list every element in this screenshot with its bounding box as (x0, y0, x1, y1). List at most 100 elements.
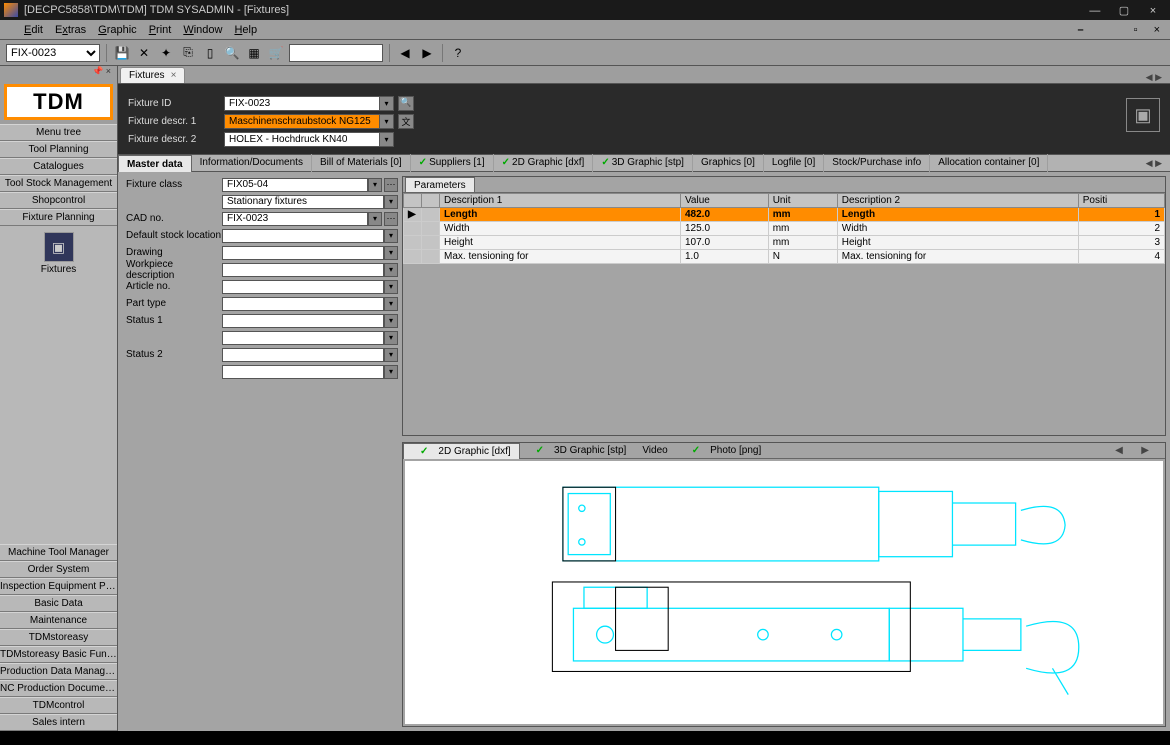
search-input[interactable] (289, 44, 383, 62)
subtabs-prev-icon[interactable]: ◀ (1146, 158, 1153, 168)
sidebar-item-catalogues[interactable]: Catalogues (0, 158, 117, 175)
table-row[interactable]: ▶Length482.0mmLength1 (404, 208, 1165, 222)
descr2-dropdown-icon[interactable]: ▾ (380, 132, 394, 147)
inner-restore[interactable]: ▫ (1128, 24, 1144, 36)
subtabs-next-icon[interactable]: ▶ (1155, 158, 1162, 168)
dropdown-icon[interactable]: ▾ (384, 246, 398, 260)
form-input[interactable] (222, 280, 384, 294)
form-input[interactable] (222, 297, 384, 311)
form-input[interactable] (222, 178, 368, 192)
copy-icon[interactable]: ⎘ (179, 44, 197, 62)
menu-window[interactable]: Window (177, 24, 228, 36)
descr1-input[interactable] (224, 114, 380, 129)
table-row[interactable]: Height107.0mmHeight3 (404, 236, 1165, 250)
fixture-id-input[interactable] (224, 96, 380, 111)
help-icon[interactable]: ? (449, 44, 467, 62)
tabs-prev-icon[interactable]: ◀ (1146, 72, 1153, 82)
menu-print[interactable]: Print (143, 24, 178, 36)
subtab-graphics[interactable]: Graphics [0] (693, 154, 764, 172)
sidebar-pin[interactable]: 📌 × (0, 66, 117, 80)
fixture-id-lookup-icon[interactable]: 🔍 (398, 96, 414, 111)
sidebar-item-maintenance[interactable]: Maintenance (0, 612, 117, 629)
table-row[interactable]: Width125.0mmWidth2 (404, 222, 1165, 236)
form-input[interactable] (222, 348, 384, 362)
form-input[interactable] (222, 212, 368, 226)
save-icon[interactable]: 💾 (113, 44, 131, 62)
fixture-id-dropdown-icon[interactable]: ▾ (380, 96, 394, 111)
id-selector[interactable]: FIX-0023 (6, 44, 100, 62)
doc-icon[interactable]: ▯ (201, 44, 219, 62)
close-button[interactable]: × (1140, 5, 1166, 17)
menu-graphic[interactable]: Graphic (92, 24, 143, 36)
subtab-allocation[interactable]: Allocation container [0] (930, 154, 1048, 172)
subtab-stock[interactable]: Stock/Purchase info (824, 154, 930, 172)
descr1-translate-icon[interactable]: 文 (398, 114, 414, 129)
gtab-3d[interactable]: ✓3D Graphic [stp] (520, 443, 635, 458)
lookup-icon[interactable]: ⋯ (384, 212, 398, 226)
tab-close-icon[interactable]: × (171, 70, 177, 81)
subtab-2d-graphic[interactable]: ✓2D Graphic [dxf] (494, 154, 594, 172)
next-icon[interactable]: ▶ (418, 44, 436, 62)
dropdown-icon[interactable]: ▾ (384, 314, 398, 328)
menu-extras[interactable]: Extras (49, 24, 92, 36)
sidebar-item-nc-production[interactable]: NC Production Documents... (0, 680, 117, 697)
dropdown-icon[interactable]: ▾ (384, 195, 398, 209)
sidebar-item-inspection[interactable]: Inspection Equipment Plan... (0, 578, 117, 595)
lookup-icon[interactable]: ⋯ (384, 178, 398, 192)
sidebar-item-basic-data[interactable]: Basic Data (0, 595, 117, 612)
sidebar-item-tdmcontrol[interactable]: TDMcontrol (0, 697, 117, 714)
minimize-button[interactable]: — (1082, 5, 1108, 17)
subtab-master-data[interactable]: Master data (118, 155, 192, 173)
module-icon[interactable]: ▣ (44, 232, 74, 262)
gtab-video[interactable]: Video (634, 443, 675, 458)
subtab-3d-graphic[interactable]: ✓3D Graphic [stp] (593, 154, 693, 172)
sidebar-item-tool-stock[interactable]: Tool Stock Management (0, 175, 117, 192)
sidebar-item-production-data[interactable]: Production Data Managem (0, 663, 117, 680)
gtabs-prev-icon[interactable]: ◀ (1107, 445, 1131, 456)
sidebar-item-fixture-planning[interactable]: Fixture Planning (0, 209, 117, 226)
delete-icon[interactable]: ✕ (135, 44, 153, 62)
form-input[interactable] (222, 246, 384, 260)
table-row[interactable]: Max. tensioning for1.0NMax. tensioning f… (404, 250, 1165, 264)
descr1-dropdown-icon[interactable]: ▾ (380, 114, 394, 129)
sidebar-item-tool-planning[interactable]: Tool Planning (0, 141, 117, 158)
subtab-bom[interactable]: Bill of Materials [0] (312, 154, 411, 172)
gtab-photo[interactable]: ✓Photo [png] (676, 443, 770, 458)
form-input[interactable] (222, 263, 384, 277)
form-input-sub[interactable] (222, 331, 384, 345)
form-input[interactable] (222, 314, 384, 328)
dropdown-icon[interactable]: ▾ (384, 263, 398, 277)
sidebar-item-menu-tree[interactable]: Menu tree (0, 124, 117, 141)
dropdown-icon[interactable]: ▾ (384, 280, 398, 294)
dropdown-icon[interactable]: ▾ (368, 178, 382, 192)
parameters-tab[interactable]: Parameters (405, 177, 475, 192)
subtab-logfile[interactable]: Logfile [0] (764, 154, 824, 172)
form-input[interactable] (222, 229, 384, 243)
cart-icon[interactable]: 🛒 (267, 44, 285, 62)
inner-close[interactable]: × (1148, 24, 1166, 36)
sidebar-item-machine-tool[interactable]: Machine Tool Manager (0, 544, 117, 561)
graphic-icon[interactable]: ▦ (245, 44, 263, 62)
sidebar-item-storeasy[interactable]: TDMstoreasy (0, 629, 117, 646)
sidebar-item-shopcontrol[interactable]: Shopcontrol (0, 192, 117, 209)
maximize-button[interactable]: ▢ (1111, 4, 1137, 17)
form-input-sub[interactable] (222, 195, 384, 209)
dropdown-icon[interactable]: ▾ (384, 365, 398, 379)
menu-edit[interactable]: Edit (18, 24, 49, 36)
tab-fixtures[interactable]: Fixtures× (120, 67, 185, 83)
sidebar-item-order-system[interactable]: Order System (0, 561, 117, 578)
search-icon[interactable]: 🔍 (223, 44, 241, 62)
dropdown-icon[interactable]: ▾ (384, 331, 398, 345)
dropdown-icon[interactable]: ▾ (384, 348, 398, 362)
dropdown-icon[interactable]: ▾ (384, 229, 398, 243)
tabs-next-icon[interactable]: ▶ (1155, 72, 1162, 82)
sidebar-item-storeasy-basic[interactable]: TDMstoreasy Basic Functio (0, 646, 117, 663)
sidebar-item-sales[interactable]: Sales intern (0, 714, 117, 731)
gtab-2d[interactable]: ✓2D Graphic [dxf] (403, 443, 520, 459)
prev-icon[interactable]: ◀ (396, 44, 414, 62)
gtabs-next-icon[interactable]: ▶ (1133, 445, 1157, 456)
inner-minimize[interactable]: – (1074, 24, 1088, 36)
menu-help[interactable]: Help (228, 24, 263, 36)
dropdown-icon[interactable]: ▾ (368, 212, 382, 226)
new-icon[interactable]: ✦ (157, 44, 175, 62)
